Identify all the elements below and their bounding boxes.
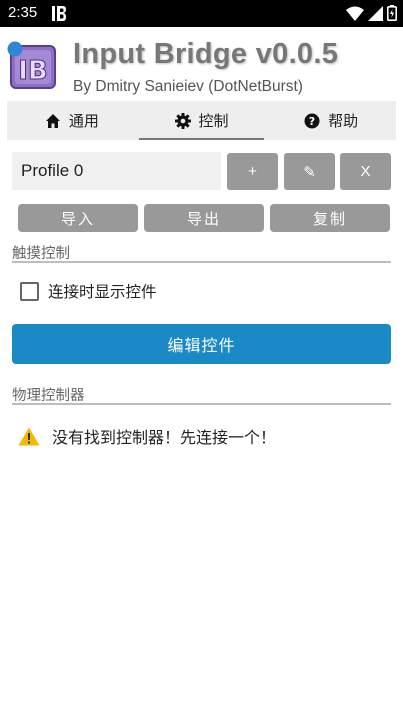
app-subtitle: By Dmitry Sanieiev (DotNetBurst) <box>73 78 303 95</box>
wifi-icon <box>346 6 364 21</box>
gear-icon <box>174 112 191 129</box>
tab-help[interactable]: ? 帮助 <box>266 101 396 140</box>
logo-text: IB <box>18 56 48 86</box>
edit-profile-button[interactable]: ✎ <box>284 153 335 190</box>
touch-section-title: 触摸控制 <box>12 246 70 262</box>
physical-section-divider <box>12 403 391 405</box>
profile-select[interactable]: Profile 0 <box>12 152 221 190</box>
no-controller-warning: 没有找到控制器！先连接一个！ <box>18 424 276 448</box>
delete-profile-button[interactable]: X <box>340 153 391 190</box>
show-controls-checkbox[interactable] <box>20 281 39 301</box>
tab-bar: 通用 控制 ? 帮助 <box>7 101 396 140</box>
help-icon: ? <box>304 113 320 128</box>
tab-general[interactable]: 通用 <box>7 101 137 140</box>
battery-icon <box>387 5 397 21</box>
input-bridge-status-icon <box>52 6 66 21</box>
warning-icon <box>18 427 40 445</box>
status-time: 2:35 <box>8 4 38 21</box>
import-button[interactable]: 导入 <box>18 204 138 232</box>
edit-controls-button[interactable]: 编辑控件 <box>12 324 391 364</box>
tab-help-label: 帮助 <box>328 112 359 130</box>
status-bar: 2:35 <box>0 0 403 27</box>
app-title: Input Bridge v0.0.5 <box>73 38 339 70</box>
signal-icon <box>368 5 383 21</box>
app-header: IB Input Bridge v0.0.5 By Dmitry Sanieie… <box>0 27 403 100</box>
show-controls-label: 连接时显示控件 <box>48 283 157 301</box>
physical-section-title: 物理控制器 <box>12 388 85 404</box>
show-controls-row[interactable]: 连接时显示控件 <box>20 280 157 302</box>
tab-control-label: 控制 <box>198 112 229 130</box>
touch-section-divider <box>12 261 391 263</box>
export-button[interactable]: 导出 <box>144 204 264 232</box>
no-controller-text: 没有找到控制器！先连接一个！ <box>52 428 277 447</box>
app-logo: IB <box>7 41 56 89</box>
svg-text:?: ? <box>309 115 315 128</box>
tab-general-label: 通用 <box>68 112 99 130</box>
add-profile-button[interactable]: + <box>227 153 278 190</box>
copy-button[interactable]: 复制 <box>270 204 390 232</box>
home-icon <box>45 113 60 128</box>
tab-control[interactable]: 控制 <box>137 101 267 140</box>
